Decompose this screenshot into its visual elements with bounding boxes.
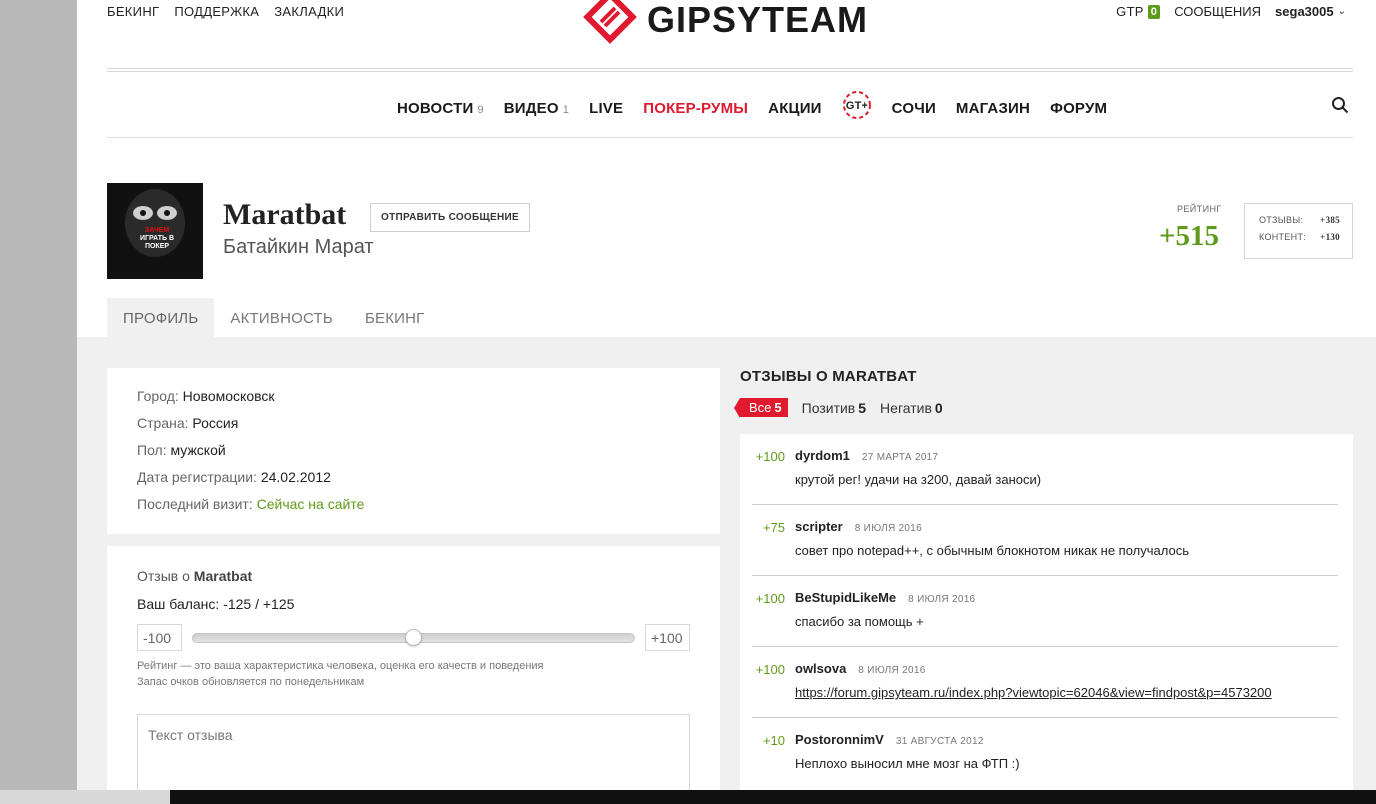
nav-live[interactable]: LIVE: [589, 100, 623, 117]
review-date: 8 ИЮЛЯ 2016: [854, 523, 922, 534]
profile-username: Maratbat: [223, 198, 347, 231]
review-item: +100 BeStupidLikeMe 8 ИЮЛЯ 2016 спасибо з…: [752, 576, 1338, 647]
user-menu[interactable]: sega3005 ⌄: [1275, 4, 1346, 19]
slider-thumb[interactable]: [405, 629, 422, 646]
chevron-down-icon: ⌄: [1337, 6, 1346, 17]
rating-value: +515: [1159, 220, 1220, 252]
review-score: +75: [762, 520, 785, 535]
main-nav: НОВОСТИ 9 ВИДЕО 1 LIVE ПОКЕР-РУМЫ АКЦИИ GT…: [107, 72, 1353, 138]
tab-backing[interactable]: БЕКИНГ: [349, 298, 441, 337]
review-author[interactable]: PostoronnimV 31 АВГУСТА 2012: [795, 732, 984, 747]
taskbar-strip: [0, 790, 1376, 804]
user-name: sega3005: [1275, 4, 1334, 19]
top-link-support[interactable]: ПОДДЕРЖКА: [174, 4, 259, 19]
rating-reviews-value: +385: [1320, 215, 1340, 225]
review-score: +100: [755, 591, 785, 606]
gtp-count-badge: 0: [1147, 4, 1161, 19]
review-filters: Все 5 Позитив 5 Негатив 0: [734, 398, 943, 418]
info-registered: Дата регистрации: 24.02.2012: [137, 469, 331, 485]
page: БЕКИНГ ПОДДЕРЖКА ЗАКЛАДКИ GIPSYTEAM GTP …: [77, 0, 1376, 790]
top-link-bookmarks[interactable]: ЗАКЛАДКИ: [274, 4, 344, 19]
profile-tabs: ПРОФИЛЬ АКТИВНОСТЬ БЕКИНГ: [107, 298, 440, 337]
review-date: 8 ИЮЛЯ 2016: [908, 594, 976, 605]
left-gutter: [0, 0, 77, 804]
rating-content-label: КОНТЕНТ:: [1259, 232, 1307, 242]
search-icon[interactable]: [1331, 96, 1349, 114]
svg-text:GT+: GT+: [846, 100, 868, 112]
nav-video-count: 1: [562, 103, 570, 116]
nav-items: НОВОСТИ 9 ВИДЕО 1 LIVE ПОКЕР-РУМЫ АКЦИИ GT…: [397, 91, 1107, 120]
avatar: ЗАЧЕМ ИГРАТЬ В ПОКЕР: [107, 183, 203, 279]
avatar-caption: ЗАЧЕМ ИГРАТЬ В ПОКЕР: [139, 227, 175, 250]
info-country: Страна: Россия: [137, 415, 239, 431]
review-form-card: Отзыв о Maratbat Ваш баланс: -125 / +125…: [107, 546, 720, 790]
gtp-label: GTP: [1116, 4, 1144, 19]
review-text: Неплохо выносил мне мозг на ФТП :): [795, 756, 1020, 771]
reviews-list: +100 dyrdom1 27 МАРТА 2017 крутой рег! уд…: [740, 434, 1353, 790]
logo-mark-icon: [583, 0, 637, 44]
nav-forum[interactable]: ФОРУМ: [1050, 100, 1107, 117]
review-item: +100 dyrdom1 27 МАРТА 2017 крутой рег! уд…: [752, 434, 1338, 505]
review-text: крутой рег! удачи на з200, давай заноси): [795, 472, 1042, 487]
nav-sochi[interactable]: СОЧИ: [892, 100, 936, 117]
slider-max-button[interactable]: +100: [645, 624, 690, 651]
nav-poker-rooms[interactable]: ПОКЕР-РУМЫ: [643, 100, 748, 117]
review-balance: Ваш баланс: -125 / +125: [137, 596, 295, 612]
review-link[interactable]: https://forum.gipsyteam.ru/index.php?vie…: [795, 685, 1272, 700]
nav-video[interactable]: ВИДЕО 1: [504, 100, 569, 117]
review-date: 27 МАРТА 2017: [861, 452, 939, 463]
review-score: +100: [755, 662, 785, 677]
nav-shop[interactable]: МАГАЗИН: [956, 100, 1030, 117]
review-author[interactable]: BeStupidLikeMe 8 ИЮЛЯ 2016: [795, 590, 975, 605]
review-text-input[interactable]: Текст отзыва: [137, 714, 690, 790]
review-text: совет про notepad++, с обычным блокнотом…: [795, 543, 1189, 558]
rating-reviews-label: ОТЗЫВЫ:: [1259, 215, 1304, 225]
nav-promotions[interactable]: АКЦИИ: [768, 100, 822, 117]
review-author[interactable]: scripter 8 ИЮЛЯ 2016: [795, 519, 922, 534]
site-logo[interactable]: GIPSYTEAM: [579, 0, 868, 48]
review-author[interactable]: owlsova 8 ИЮЛЯ 2016: [795, 661, 926, 676]
rating-slider: -100 +100: [137, 624, 690, 652]
review-item: +100 owlsova 8 ИЮЛЯ 2016 https://forum.gi…: [752, 647, 1338, 718]
review-item: +75 scripter 8 ИЮЛЯ 2016 совет про notepa…: [752, 505, 1338, 576]
top-right-bar: GTP 0 СООБЩЕНИЯ sega3005 ⌄: [1116, 4, 1346, 19]
review-score: +100: [755, 449, 785, 464]
gtp-link[interactable]: GTP 0: [1116, 4, 1161, 19]
reviews-heading: ОТЗЫВЫ О MARATBAT: [740, 368, 917, 385]
rating-content-value: +130: [1320, 232, 1340, 242]
review-date: 8 ИЮЛЯ 2016: [858, 665, 926, 676]
rating-breakdown: ОТЗЫВЫ: +385 КОНТЕНТ: +130: [1244, 203, 1353, 259]
review-hint: Рейтинг — это ваша характеристика челове…: [137, 660, 544, 688]
info-gender: Пол: мужской: [137, 442, 226, 458]
taskbar-segment: [0, 790, 170, 804]
nav-news-count: 9: [477, 103, 484, 116]
profile-realname: Батайкин Марат: [223, 236, 374, 258]
review-score: +10: [762, 733, 785, 748]
info-last-visit: Последний визит: Сейчас на сайте: [137, 496, 365, 512]
tab-activity[interactable]: АКТИВНОСТЬ: [214, 298, 349, 337]
review-date: 31 АВГУСТА 2012: [895, 736, 984, 747]
review-text: спасибо за помощь +: [795, 614, 924, 629]
filter-negative[interactable]: Негатив 0: [880, 400, 943, 416]
top-links: БЕКИНГ ПОДДЕРЖКА ЗАКЛАДКИ: [107, 4, 344, 19]
rating-label: РЕЙТИНГ: [1177, 204, 1222, 214]
review-item: +10 PostoronnimV 31 АВГУСТА 2012 Неплохо …: [752, 718, 1338, 789]
tab-profile[interactable]: ПРОФИЛЬ: [107, 298, 215, 337]
info-city: Город: Новомосковск: [137, 388, 275, 404]
filter-positive[interactable]: Позитив 5: [802, 400, 866, 416]
filter-all[interactable]: Все 5: [734, 398, 788, 418]
top-link-backing[interactable]: БЕКИНГ: [107, 4, 159, 19]
logo-text: GIPSYTEAM: [647, 0, 869, 40]
review-author[interactable]: dyrdom1 27 МАРТА 2017: [795, 448, 938, 463]
profile-info-card: Город: Новомосковск Страна: Россия Пол: …: [107, 368, 720, 534]
slider-min-button[interactable]: -100: [137, 624, 182, 651]
send-message-button[interactable]: ОТПРАВИТЬ СООБЩЕНИЕ: [370, 203, 530, 232]
nav-news[interactable]: НОВОСТИ 9: [397, 100, 484, 117]
gt-plus-logo-icon[interactable]: GT+: [842, 90, 872, 120]
messages-link[interactable]: СООБЩЕНИЯ: [1174, 4, 1261, 19]
review-form-title: Отзыв о Maratbat: [137, 568, 253, 584]
